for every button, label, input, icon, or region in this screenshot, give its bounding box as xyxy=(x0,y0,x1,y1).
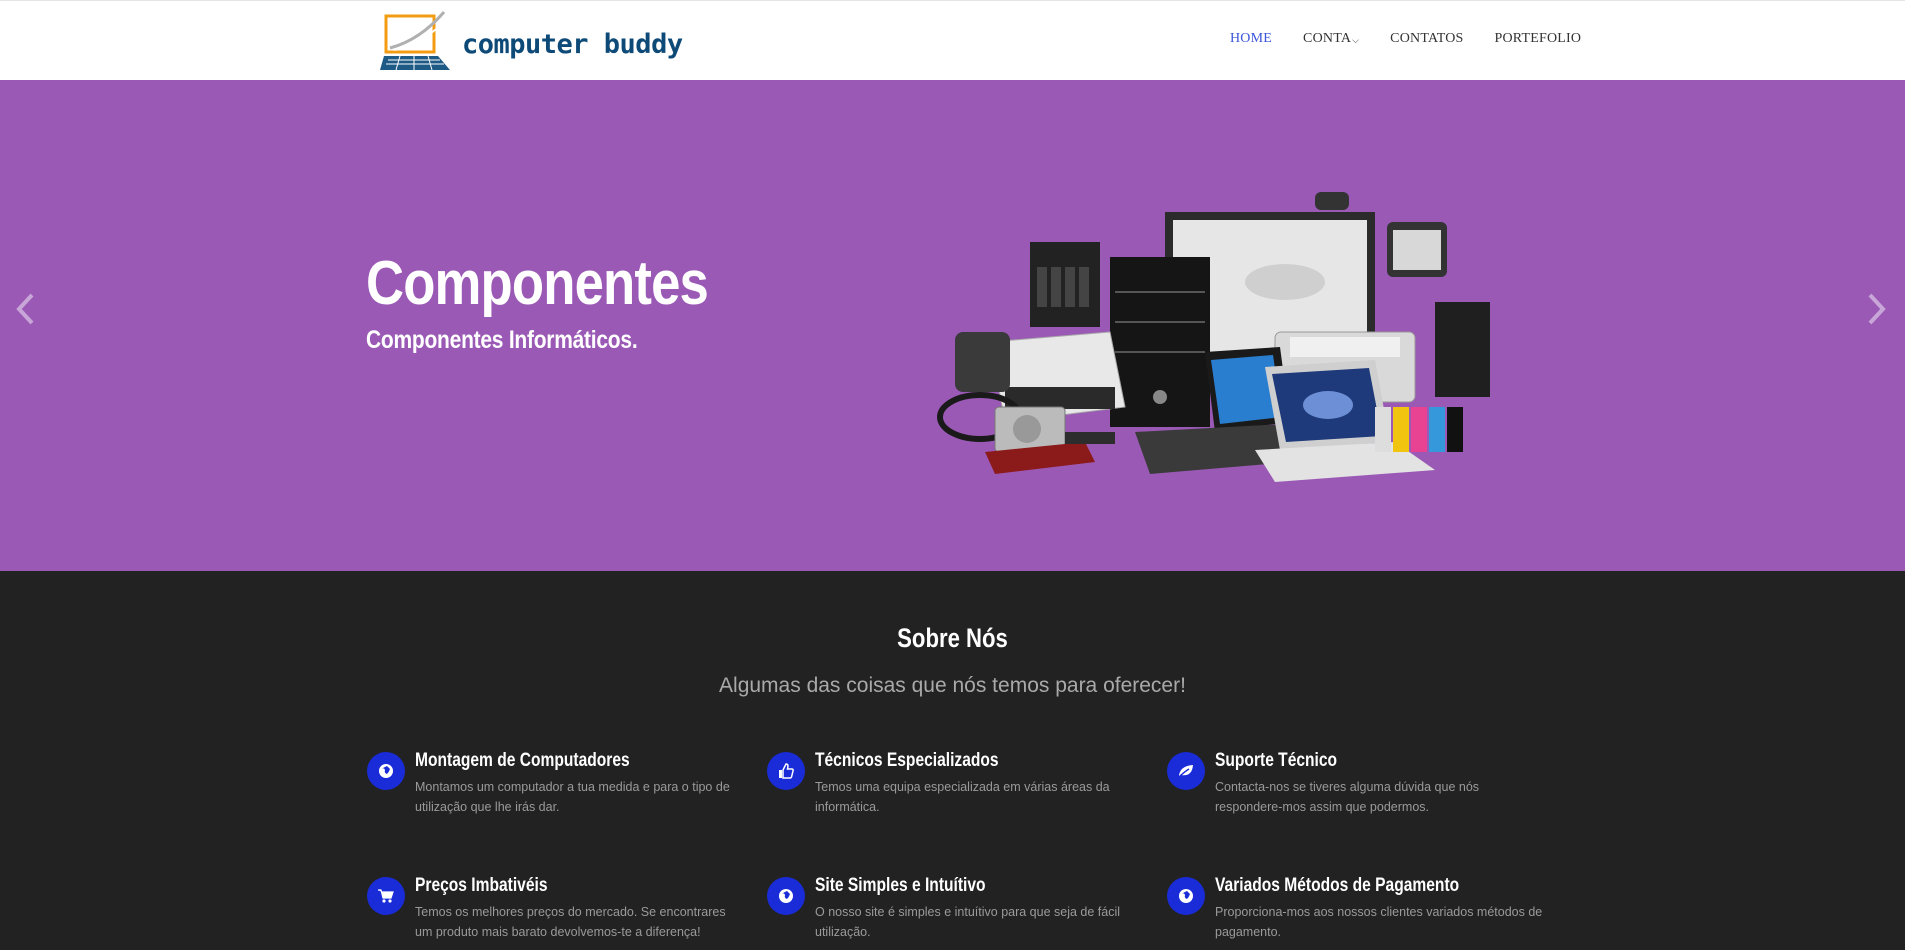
globe-icon xyxy=(367,752,405,790)
nav-conta[interactable]: CONTA ⌵ xyxy=(1303,31,1359,47)
feature-description: Contacta-nos se tiveres alguma dúvida qu… xyxy=(1215,780,1480,814)
main-nav: HOME CONTA ⌵ CONTATOS PORTEFOLIO xyxy=(1230,31,1612,47)
nav-home-label: HOME xyxy=(1230,31,1273,46)
about-subtitle: Algumas das coisas que nós temos para of… xyxy=(719,674,1186,697)
globe-icon xyxy=(767,877,805,915)
leaf-icon xyxy=(1167,752,1205,790)
thumbs-up-icon xyxy=(767,752,805,790)
feature-title: Suporte Técnico xyxy=(1215,750,1338,771)
carousel-prev-button[interactable] xyxy=(14,292,36,333)
nav-portefolio-label: PORTEFOLIO xyxy=(1494,31,1582,46)
feature-description: O nosso site é simples e intuítivo para … xyxy=(815,905,1121,939)
hero-carousel: Componentes Componentes Informáticos. xyxy=(0,80,1905,571)
chevron-left-icon xyxy=(16,293,34,325)
feature-title: Preços Imbativéis xyxy=(415,875,548,896)
nav-conta-label: CONTA xyxy=(1303,31,1352,46)
carousel-next-button[interactable] xyxy=(1866,292,1888,333)
feature-title: Técnicos Especializados xyxy=(815,750,999,771)
hero-subtitle: Componentes Informáticos. xyxy=(366,326,638,354)
feature-description: Temos uma equipa especializada em várias… xyxy=(815,780,1110,814)
feature-description: Proporciona-mos aos nossos clientes vari… xyxy=(1215,905,1543,939)
about-title-text: Sobre Nós xyxy=(897,623,1008,653)
nav-portefolio[interactable]: PORTEFOLIO xyxy=(1495,31,1582,47)
computer-components-image xyxy=(937,192,1490,482)
feature-description: Temos os melhores preços do mercado. Se … xyxy=(415,905,726,939)
about-title: Sobre Nós xyxy=(0,623,1905,654)
feature-title: Montagem de Computadores xyxy=(415,750,630,771)
feature-title: Site Simples e Intuítivo xyxy=(815,875,986,896)
logo[interactable]: computer buddy xyxy=(380,9,683,73)
feature-title: Variados Métodos de Pagamento xyxy=(1215,875,1460,896)
laptop-logo-icon xyxy=(380,11,451,71)
nav-home[interactable]: HOME xyxy=(1230,31,1272,47)
globe-icon xyxy=(1167,877,1205,915)
chevron-right-icon xyxy=(1868,293,1886,325)
feature-description: Montamos um computador a tua medida e pa… xyxy=(415,780,730,814)
nav-contatos-label: CONTATOS xyxy=(1390,31,1464,46)
logo-text: computer buddy xyxy=(462,28,683,60)
chevron-down-icon: ⌵ xyxy=(1352,34,1360,45)
about-section: Sobre Nós Algumas das coisas que nós tem… xyxy=(0,571,1905,950)
nav-contatos[interactable]: CONTATOS xyxy=(1390,31,1463,47)
cart-icon xyxy=(367,877,405,915)
hero-title: Componentes xyxy=(366,249,709,318)
site-header: computer buddy HOME CONTA ⌵ CONTATOS PORT… xyxy=(0,0,1905,80)
